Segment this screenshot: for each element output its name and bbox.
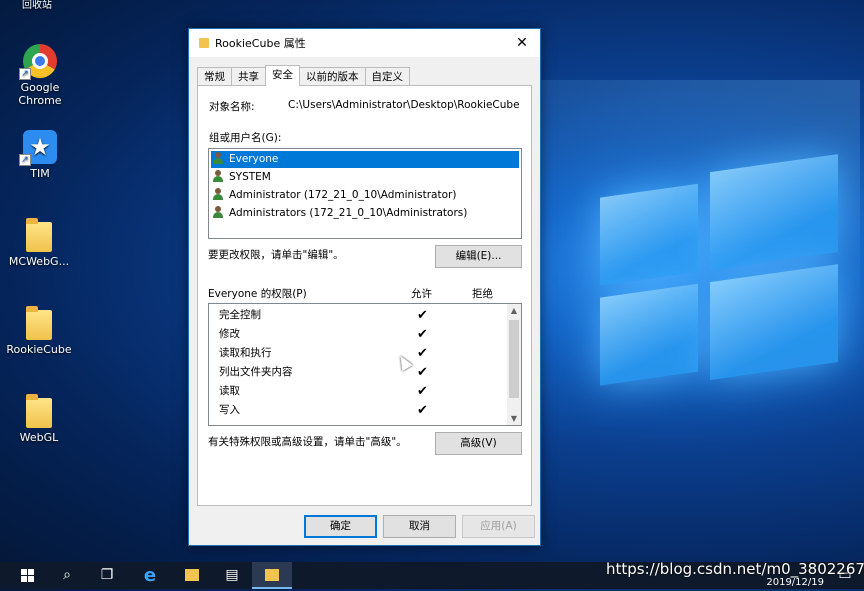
- windows-start-icon: [20, 568, 34, 582]
- folder-icon: [26, 218, 52, 252]
- permissions-list: 完全控制 ✔ 修改 ✔ 读取和执行 ✔ 列出文件夹内容 ✔ 读取 ✔ 写入 ✔ …: [208, 303, 522, 426]
- task-view-button[interactable]: ❐: [87, 562, 127, 589]
- watermark-text: https://blog.csdn.net/m0_38022672: [606, 560, 864, 578]
- apply-button[interactable]: 应用(A): [462, 515, 535, 538]
- taskbar-file-explorer[interactable]: [172, 562, 212, 589]
- start-button[interactable]: [7, 562, 47, 589]
- tab-general[interactable]: 常规: [197, 67, 232, 85]
- user-group-icon: [213, 206, 227, 218]
- search-button[interactable]: ⌕: [47, 562, 87, 589]
- scroll-thumb[interactable]: [509, 320, 519, 398]
- user-group-icon: [213, 170, 227, 182]
- user-list: Everyone SYSTEM Administrator (172_21_0_…: [208, 148, 522, 239]
- user-icon: [213, 188, 227, 200]
- desktop-icon-chrome[interactable]: ↗ Google Chrome: [5, 44, 75, 107]
- taskbar-ie[interactable]: e: [130, 562, 170, 589]
- check-icon: ✔: [417, 403, 428, 418]
- properties-dialog: RookieCube 属性 ✕ 常规 共享 安全 以前的版本 自定义 对象名称:…: [188, 28, 541, 546]
- recycle-bin-label[interactable]: 回收站: [22, 0, 52, 11]
- permission-row: 完全控制 ✔: [219, 308, 428, 323]
- list-item[interactable]: SYSTEM: [211, 169, 519, 186]
- folder-icon: [199, 38, 209, 48]
- tab-sharing[interactable]: 共享: [231, 67, 266, 85]
- close-icon[interactable]: ✕: [512, 33, 532, 53]
- permissions-scrollbar[interactable]: ▲ ▼: [507, 304, 521, 425]
- check-icon: ✔: [417, 384, 428, 399]
- permission-row: 列出文件夹内容 ✔: [219, 365, 428, 380]
- internet-explorer-icon: e: [143, 565, 157, 586]
- permission-row: 修改 ✔: [219, 327, 428, 342]
- desktop-icon-label: WebGL: [19, 431, 59, 444]
- check-icon: ✔: [417, 346, 428, 361]
- user-group-icon: [213, 152, 227, 164]
- folder-icon: [26, 394, 52, 428]
- check-icon: ✔: [417, 308, 428, 323]
- desktop-icon-rookiecube[interactable]: RookieCube: [4, 306, 74, 356]
- tab-customize[interactable]: 自定义: [364, 67, 410, 85]
- ok-button[interactable]: 确定: [304, 515, 377, 538]
- scroll-up-icon[interactable]: ▲: [507, 306, 521, 315]
- check-icon: ✔: [417, 365, 428, 380]
- deny-header: 拒绝: [472, 288, 493, 300]
- search-icon: ⌕: [63, 567, 71, 583]
- scroll-down-icon[interactable]: ▼: [507, 414, 521, 423]
- tab-previous-versions[interactable]: 以前的版本: [299, 67, 366, 85]
- advanced-button[interactable]: 高级(V): [435, 432, 522, 455]
- group-or-user-label: 组或用户名(G):: [209, 132, 282, 144]
- check-icon: ✔: [417, 327, 428, 342]
- file-explorer-icon: [185, 569, 199, 581]
- task-view-icon: ❐: [100, 567, 114, 583]
- object-name-value: C:\Users\Administrator\Desktop\RookieCub…: [288, 99, 520, 111]
- object-name-label: 对象名称:: [209, 101, 255, 113]
- server-manager-icon: ▤: [225, 567, 239, 583]
- list-item[interactable]: Administrator (172_21_0_10\Administrator…: [211, 187, 519, 204]
- advanced-hint: 有关特殊权限或高级设置，请单击"高级"。: [208, 436, 407, 448]
- chrome-icon: ↗: [19, 44, 57, 80]
- change-permissions-hint: 要更改权限，请单击"编辑"。: [208, 249, 344, 261]
- desktop-icon-mcwebg[interactable]: MCWebG...: [4, 218, 74, 268]
- tray-date: 2019/12/19: [766, 577, 824, 588]
- permission-row: 读取 ✔: [219, 384, 428, 399]
- folder-icon: [26, 306, 52, 340]
- permissions-header: Everyone 的权限(P): [208, 288, 307, 300]
- tab-bar: 常规 共享 安全 以前的版本 自定义: [197, 65, 410, 86]
- desktop-icon-label: RookieCube: [6, 343, 72, 356]
- list-item[interactable]: Administrators (172_21_0_10\Administrato…: [211, 205, 519, 222]
- dialog-title: RookieCube 属性: [215, 37, 306, 50]
- permission-row: 写入 ✔: [219, 403, 428, 418]
- taskbar-server-manager[interactable]: ▤: [212, 562, 252, 589]
- taskbar-folder-window[interactable]: [252, 562, 292, 589]
- desktop-icon-label: Google Chrome: [18, 81, 62, 107]
- desktop-icon-label: MCWebG...: [8, 255, 70, 268]
- desktop-icon-webgl[interactable]: WebGL: [4, 394, 74, 444]
- tab-security[interactable]: 安全: [265, 65, 300, 86]
- dialog-titlebar[interactable]: RookieCube 属性 ✕: [189, 29, 540, 57]
- tim-star-icon: ★ ↗: [19, 130, 57, 166]
- wallpaper-windows-logo: [600, 122, 850, 407]
- allow-header: 允许: [411, 288, 432, 300]
- list-item[interactable]: Everyone: [211, 151, 519, 168]
- cancel-button[interactable]: 取消: [383, 515, 456, 538]
- edit-button[interactable]: 编辑(E)...: [435, 245, 522, 268]
- folder-icon: [265, 569, 279, 581]
- permission-row: 读取和执行 ✔: [219, 346, 428, 361]
- desktop-icon-tim[interactable]: ★ ↗ TIM: [5, 130, 75, 180]
- desktop-icon-label: TIM: [30, 167, 50, 180]
